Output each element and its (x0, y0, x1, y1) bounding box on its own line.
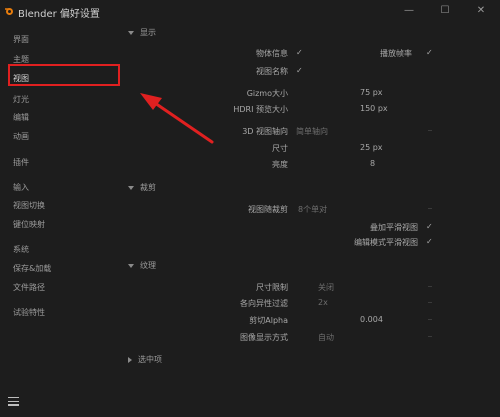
gizmo-size-label: Gizmo大小 (246, 89, 288, 98)
axis-brightness-label: 亮度 (272, 160, 288, 169)
anisotropic-filter-dropdown[interactable]: 2x (318, 298, 328, 307)
overlay-smooth-label: 叠加平滑视图 (370, 223, 418, 232)
anisotropic-filter-label: 各向异性过滤 (240, 299, 288, 308)
sidebar-item-file-paths[interactable]: 文件路径 (13, 282, 45, 293)
clip-alignment-label: 视图随裁剪 (248, 205, 288, 214)
sidebar-item-navigation[interactable]: 视图切换 (13, 200, 45, 211)
sidebar-item-animation[interactable]: 动画 (13, 131, 29, 142)
sidebar-item-addons[interactable]: 插件 (13, 157, 29, 168)
preferences-main-panel: 显示 物体信息 ✓ 播放帧率 ✓ 视图名称 ✓ Gizmo大小 75 px HD… (122, 22, 500, 417)
annotation-highlight-box (8, 64, 120, 86)
object-info-label: 物体信息 (256, 49, 288, 58)
section-textures-header[interactable]: 纹理 (128, 260, 156, 271)
row-divider (428, 336, 432, 337)
expand-triangle-icon (128, 185, 134, 190)
sidebar-item-input[interactable]: 输入 (13, 182, 29, 193)
overlay-smooth-checkbox[interactable]: ✓ (426, 222, 433, 231)
size-limit-dropdown[interactable]: 关闭 (318, 282, 334, 293)
view-name-label: 视图名称 (256, 67, 288, 76)
row-divider (428, 302, 432, 303)
section-selection-header[interactable]: 选中项 (128, 354, 162, 365)
collapse-triangle-icon (128, 356, 132, 363)
edit-mode-smooth-checkbox[interactable]: ✓ (426, 237, 433, 246)
sidebar-item-keymap[interactable]: 键位映射 (13, 219, 45, 230)
row-divider (428, 286, 432, 287)
hdri-preview-label: HDRI 预览大小 (233, 105, 288, 114)
sidebar-item-system[interactable]: 系统 (13, 244, 29, 255)
close-button[interactable]: ✕ (474, 4, 488, 18)
view-name-checkbox[interactable]: ✓ (296, 66, 303, 75)
section-display-header[interactable]: 显示 (128, 27, 156, 38)
image-display-label: 图像显示方式 (240, 333, 288, 342)
size-limit-label: 尺寸限制 (256, 283, 288, 292)
clip-alpha-label: 剪切Alpha (249, 316, 288, 325)
title-bar: Blender 偏好设置 — ☐ ✕ (0, 0, 500, 22)
sidebar-item-editing[interactable]: 编辑 (13, 112, 29, 123)
axis-brightness-field[interactable]: 8 (370, 159, 375, 168)
row-divider (428, 208, 432, 209)
expand-triangle-icon (128, 30, 134, 35)
view-axis-label: 3D 视图轴向 (242, 127, 288, 136)
row-divider (428, 130, 432, 131)
gizmo-size-field[interactable]: 75 px (360, 88, 383, 97)
minimize-button[interactable]: — (402, 4, 416, 18)
axis-size-label: 尺寸 (272, 144, 288, 153)
image-display-dropdown[interactable]: 自动 (318, 332, 334, 343)
clip-alpha-field[interactable]: 0.004 (360, 315, 383, 324)
playback-fps-label: 播放帧率 (380, 49, 412, 58)
sidebar-item-save-load[interactable]: 保存&加载 (13, 263, 51, 274)
hdri-preview-field[interactable]: 150 px (360, 104, 388, 113)
view-axis-dropdown[interactable]: 简单轴向 (296, 126, 328, 137)
expand-triangle-icon (128, 263, 134, 268)
sidebar-item-lights[interactable]: 灯光 (13, 94, 29, 105)
sidebar-item-interface[interactable]: 界面 (13, 34, 29, 45)
clip-alignment-dropdown[interactable]: 8个单对 (298, 204, 327, 215)
axis-size-field[interactable]: 25 px (360, 143, 383, 152)
sidebar-item-experimental[interactable]: 试验特性 (13, 307, 45, 318)
blender-logo-icon (5, 8, 13, 15)
object-info-checkbox[interactable]: ✓ (296, 48, 303, 57)
edit-mode-smooth-label: 编辑模式平滑视图 (354, 238, 418, 247)
window-title: Blender 偏好设置 (18, 9, 100, 20)
row-divider (428, 319, 432, 320)
menu-icon[interactable] (8, 397, 19, 406)
playback-fps-checkbox[interactable]: ✓ (426, 48, 433, 57)
maximize-button[interactable]: ☐ (438, 4, 452, 18)
section-clipping-header[interactable]: 裁剪 (128, 182, 156, 193)
